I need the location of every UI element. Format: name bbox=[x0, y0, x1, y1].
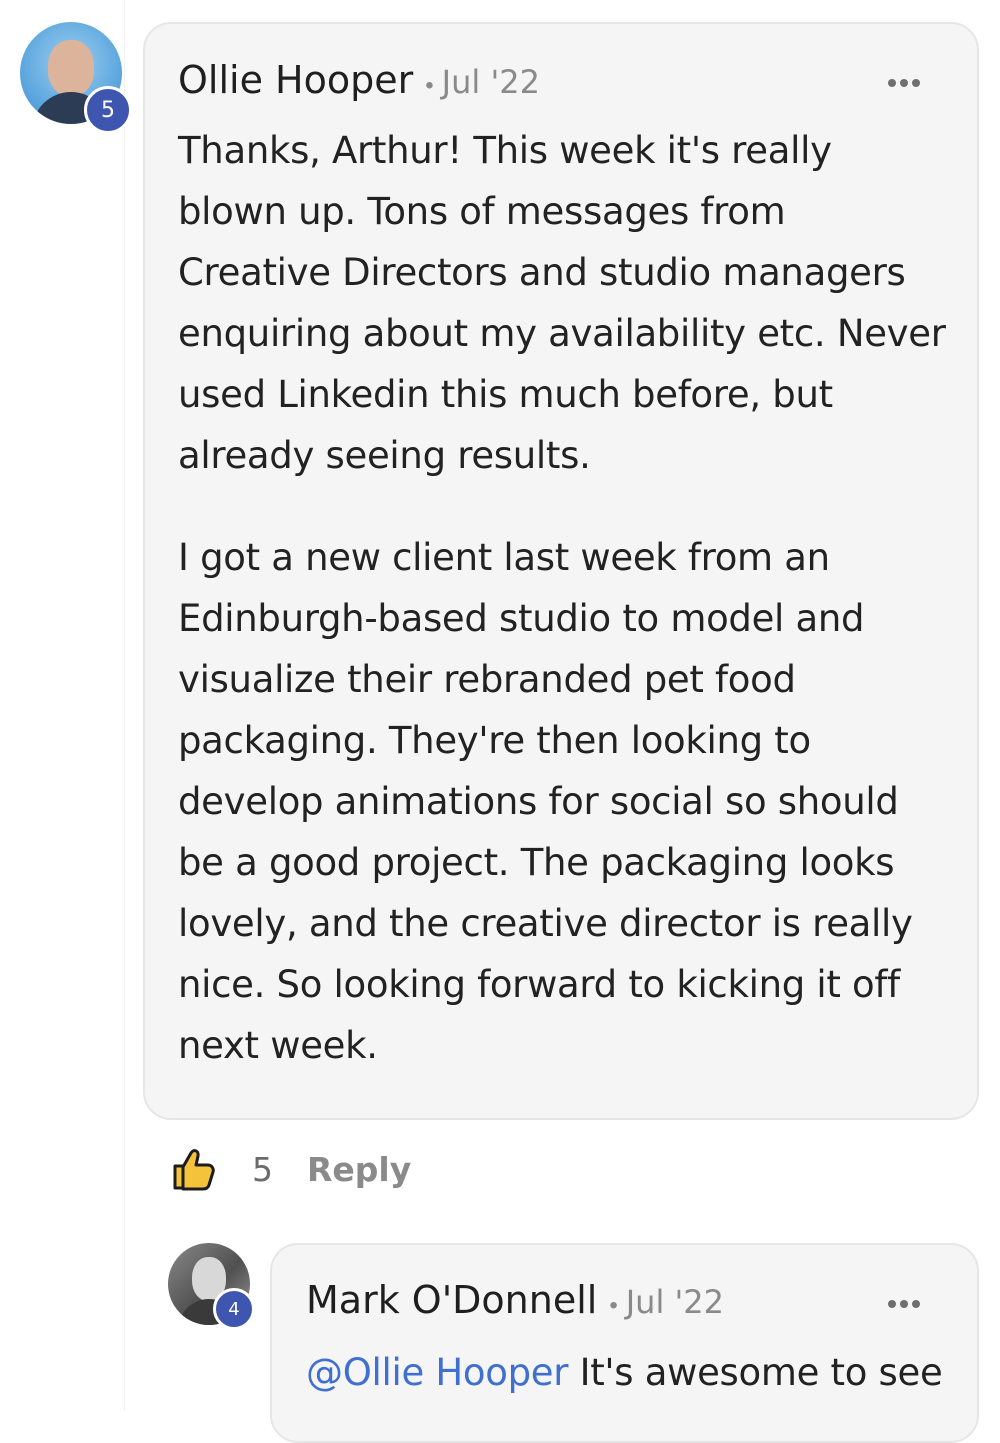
reply-text: It's awesome to see bbox=[568, 1351, 943, 1394]
avatar-face bbox=[48, 40, 94, 96]
comment-actions: 5 Reply bbox=[170, 1145, 411, 1193]
more-options-icon[interactable] bbox=[888, 79, 920, 87]
level-badge: 4 bbox=[213, 1288, 255, 1330]
thumbs-up-icon[interactable] bbox=[170, 1145, 218, 1193]
comment-header: Ollie Hooper • Jul '22 bbox=[178, 58, 540, 102]
comment-paragraph: I got a new client last week from an Edi… bbox=[178, 536, 913, 1067]
author-name[interactable]: Ollie Hooper bbox=[178, 58, 413, 102]
reply-header: Mark O'Donnell • Jul '22 bbox=[306, 1278, 724, 1322]
mention-link[interactable]: @Ollie Hooper bbox=[306, 1351, 568, 1394]
like-count: 5 bbox=[252, 1149, 273, 1189]
reply-button[interactable]: Reply bbox=[307, 1150, 411, 1189]
author-name[interactable]: Mark O'Donnell bbox=[306, 1278, 597, 1322]
comment-paragraph: Thanks, Arthur! This week it's really bl… bbox=[178, 129, 946, 477]
reply-body: @Ollie Hooper It's awesome to see bbox=[306, 1342, 943, 1403]
thread-line bbox=[124, 0, 125, 1411]
reply-date[interactable]: Jul '22 bbox=[626, 1283, 724, 1321]
level-badge: 5 bbox=[84, 86, 132, 134]
comment-date[interactable]: Jul '22 bbox=[442, 63, 540, 101]
more-options-icon[interactable] bbox=[888, 1300, 920, 1308]
separator-dot: • bbox=[609, 1292, 618, 1319]
separator-dot: • bbox=[425, 72, 434, 99]
